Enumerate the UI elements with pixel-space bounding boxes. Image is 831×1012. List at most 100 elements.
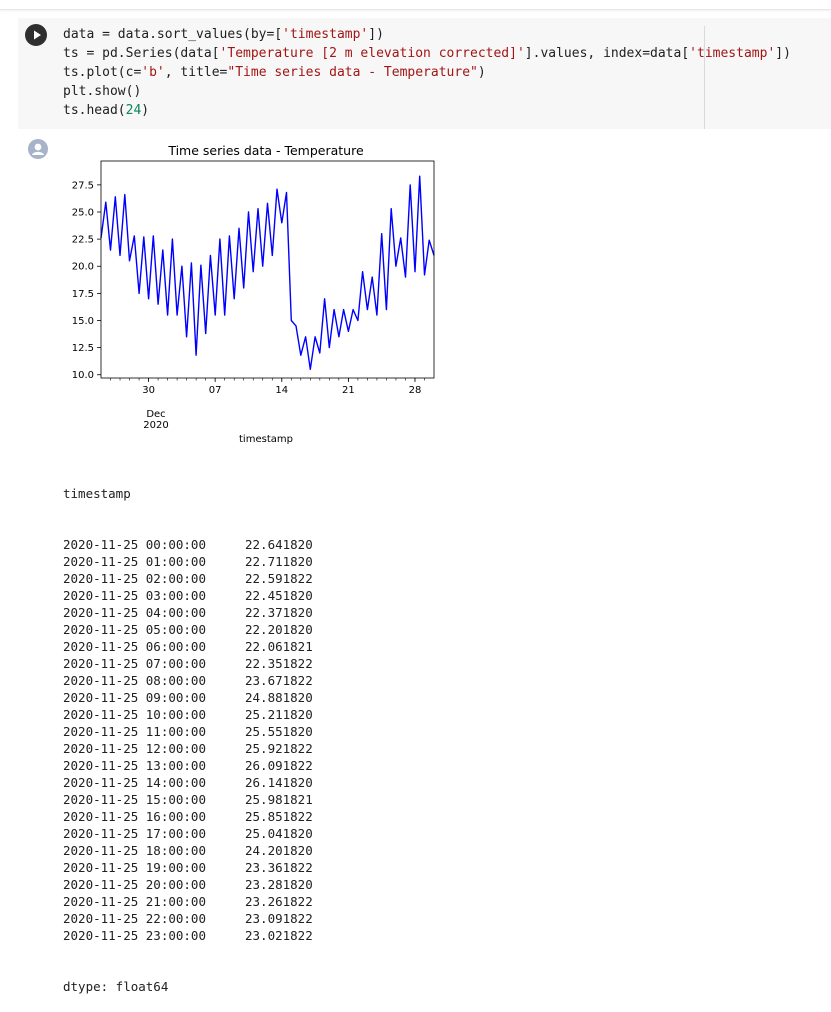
output-row: 2020-11-25 11:00:00 25.551820: [63, 723, 313, 740]
output-timestamp: 2020-11-25 10:00:00: [63, 707, 206, 722]
series-line: [100, 175, 435, 371]
output-row: 2020-11-25 00:00:00 22.641820: [63, 536, 313, 553]
output-value: 25.981821: [245, 792, 313, 807]
code-line: ts.head(24): [63, 103, 149, 118]
code-editor[interactable]: data = data.sort_values(by=['timestamp']…: [63, 25, 791, 120]
x-tick-label: 14: [275, 385, 288, 396]
code-token: ].values, index=data[: [524, 46, 690, 61]
series-output: timestamp 2020-11-25 00:00:00 22.641820 20…: [63, 451, 313, 1012]
output-timestamp: 2020-11-25 15:00:00: [63, 792, 206, 807]
output-row: 2020-11-25 05:00:00 22.201820: [63, 621, 313, 638]
y-tick-label: 27.5: [72, 180, 94, 191]
output-value: 22.451820: [245, 588, 313, 603]
code-token: , title=: [164, 65, 228, 80]
output-timestamp: 2020-11-25 17:00:00: [63, 826, 206, 841]
output-value: 22.201820: [245, 622, 313, 637]
output-row: 2020-11-25 01:00:00 22.711820: [63, 553, 313, 570]
output-value: 25.041820: [245, 826, 313, 841]
code-token: ]): [368, 27, 384, 42]
code-token: plt.show(): [63, 84, 142, 99]
code-token: "Time series data - Temperature": [227, 65, 478, 80]
code-line: plt.show(): [63, 84, 141, 99]
output-row: 2020-11-25 17:00:00 25.041820: [63, 825, 313, 842]
y-tick-label: 15.0: [72, 316, 94, 327]
output-value: 25.851822: [245, 809, 313, 824]
output-row: 2020-11-25 13:00:00 26.091822: [63, 757, 313, 774]
output-timestamp: 2020-11-25 11:00:00: [63, 724, 206, 739]
run-cell-button[interactable]: [25, 24, 47, 46]
output-row: 2020-11-25 03:00:00 22.451820: [63, 587, 313, 604]
output-value: 23.361822: [245, 860, 313, 875]
output-value: 22.371820: [245, 605, 313, 620]
code-token: ts = pd.Series(data[: [63, 46, 220, 61]
code-token: 'timestamp': [282, 27, 369, 42]
output-row: 2020-11-25 02:00:00 22.591822: [63, 570, 313, 587]
output-row: 2020-11-25 23:00:00 23.021822: [63, 927, 313, 944]
output-timestamp: 2020-11-25 02:00:00: [63, 571, 206, 586]
output-row: 2020-11-25 12:00:00 25.921822: [63, 740, 313, 757]
output-value: 22.591822: [245, 571, 313, 586]
output-value: 23.281820: [245, 877, 313, 892]
output-value: 25.211820: [245, 707, 313, 722]
output-value: 23.021822: [245, 928, 313, 943]
output-timestamp: 2020-11-25 01:00:00: [63, 554, 206, 569]
output-timestamp: 2020-11-25 23:00:00: [63, 928, 206, 943]
output-value: 23.671822: [245, 673, 313, 688]
output-row: 2020-11-25 08:00:00 23.671822: [63, 672, 313, 689]
output-timestamp: 2020-11-25 19:00:00: [63, 860, 206, 875]
output-avatar-icon: [28, 139, 48, 159]
output-timestamp: 2020-11-25 00:00:00: [63, 537, 206, 552]
temperature-line-chart: Time series data - Temperature 10.0 12.5 1…: [72, 143, 435, 445]
output-timestamp: 2020-11-25 12:00:00: [63, 741, 206, 756]
output-timestamp: 2020-11-25 21:00:00: [63, 894, 206, 909]
y-tick-label: 12.5: [72, 343, 94, 354]
output-value: 24.201820: [245, 843, 313, 858]
code-token: ): [477, 65, 486, 80]
code-line: ts.plot(c='b', title="Time series data -…: [63, 65, 486, 80]
output-timestamp: 2020-11-25 13:00:00: [63, 758, 206, 773]
output-timestamp: 2020-11-25 05:00:00: [63, 622, 206, 637]
output-row: 2020-11-25 19:00:00 23.361822: [63, 859, 313, 876]
output-index-name: timestamp: [63, 486, 131, 501]
output-timestamp: 2020-11-25 08:00:00: [63, 673, 206, 688]
code-ruler-line: [704, 26, 705, 129]
output-value: 22.711820: [245, 554, 313, 569]
notebook-top-bar: [0, 0, 831, 10]
code-token: ts.head(: [63, 103, 126, 118]
code-line: ts = pd.Series(data['Temperature [2 m el…: [63, 46, 791, 61]
output-timestamp: 2020-11-25 06:00:00: [63, 639, 206, 654]
output-timestamp: 2020-11-25 18:00:00: [63, 843, 206, 858]
output-value: 24.881820: [245, 690, 313, 705]
output-value: 25.921822: [245, 741, 313, 756]
code-token: ]): [775, 46, 791, 61]
output-value: 26.141820: [245, 775, 313, 790]
output-row: 2020-11-25 21:00:00 23.261822: [63, 893, 313, 910]
output-row: 2020-11-25 14:00:00 26.141820: [63, 774, 313, 791]
y-tick-label: 20.0: [72, 262, 94, 273]
output-timestamp: 2020-11-25 07:00:00: [63, 656, 206, 671]
output-value: 22.061821: [245, 639, 313, 654]
output-row: 2020-11-25 06:00:00 22.061821: [63, 638, 313, 655]
code-line: data = data.sort_values(by=['timestamp']…: [63, 27, 384, 42]
code-token: 'timestamp': [689, 46, 776, 61]
play-icon: [34, 30, 41, 40]
code-token: 24: [125, 103, 142, 118]
x-tick-label: 28: [409, 385, 422, 396]
output-timestamp: 2020-11-25 20:00:00: [63, 877, 206, 892]
y-tick-label: 17.5: [72, 289, 94, 300]
output-row: 2020-11-25 04:00:00 22.371820: [63, 604, 313, 621]
x-axis-year-label: 2020: [143, 420, 168, 431]
output-row: 2020-11-25 18:00:00 24.201820: [63, 842, 313, 859]
output-row: 2020-11-25 20:00:00 23.281820: [63, 876, 313, 893]
output-dtype: dtype: float64: [63, 979, 169, 994]
output-value: 25.551820: [245, 724, 313, 739]
output-row: 2020-11-25 10:00:00 25.211820: [63, 706, 313, 723]
output-value: 26.091822: [245, 758, 313, 773]
output-value: 22.641820: [245, 537, 313, 552]
output-timestamp: 2020-11-25 16:00:00: [63, 809, 206, 824]
output-timestamp: 2020-11-25 03:00:00: [63, 588, 206, 603]
output-row: 2020-11-25 22:00:00 23.091822: [63, 910, 313, 927]
output-row: 2020-11-25 16:00:00 25.851822: [63, 808, 313, 825]
output-row: 2020-11-25 15:00:00 25.981821: [63, 791, 313, 808]
code-token: ): [141, 103, 150, 118]
